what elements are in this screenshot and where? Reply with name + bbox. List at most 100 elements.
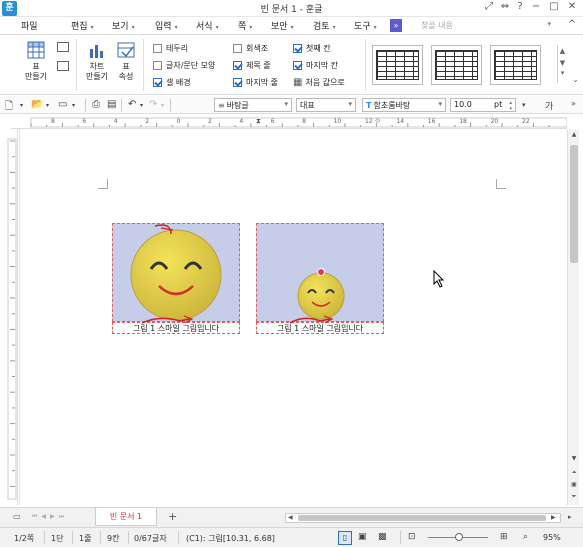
print-preview-icon[interactable]: ▤ <box>107 99 116 110</box>
restore-split-icon[interactable]: ⇔ <box>497 1 513 12</box>
checkbox-last-row-box[interactable] <box>233 78 242 87</box>
style-select[interactable]: ≡ 바탕글 ▾ <box>214 98 292 112</box>
checkbox-cell-bg[interactable]: 셀 배경 <box>153 77 191 88</box>
table-edit-small-icon[interactable] <box>57 42 69 52</box>
scroll-down-arrow-icon[interactable]: ▼ <box>569 455 579 465</box>
divider <box>44 531 45 544</box>
checkbox-last-row[interactable]: 마지막 줄 <box>233 77 278 88</box>
maximize-button[interactable]: □ <box>546 1 562 12</box>
size-dropdown-icon[interactable]: ▾ <box>522 101 526 109</box>
checkbox-char-para[interactable]: 글자/문단 모양 <box>153 60 215 71</box>
table-style-preset-2[interactable] <box>431 45 482 85</box>
checkbox-header-row[interactable]: 제목 줄 <box>233 60 271 71</box>
checkbox-grayscale-box[interactable] <box>233 44 242 53</box>
checkbox-border[interactable]: 테두리 <box>153 43 188 54</box>
redo-dropdown-icon[interactable]: ▾ <box>161 102 164 109</box>
right-indent-marker-icon[interactable]: ⟐ <box>375 117 381 126</box>
menu-tools[interactable]: 도구 ▾ <box>354 19 377 32</box>
menu-review[interactable]: 검토 ▾ <box>313 19 336 32</box>
ruler-number: 2 <box>145 118 150 125</box>
figure-2-image[interactable] <box>256 223 384 322</box>
new-doc-icon[interactable]: 🗋 <box>5 99 13 116</box>
menu-security[interactable]: 보안 ▾ <box>271 19 294 32</box>
prev-page-icon[interactable]: ⏶ <box>569 469 579 479</box>
tab-document-1[interactable]: 빈 문서 1 <box>95 508 157 526</box>
document-canvas[interactable]: 그림 1 스마일 그림입니다 그림 1 스마일 그림입니다 <box>19 129 567 505</box>
vertical-ruler[interactable] <box>6 129 18 505</box>
checkbox-header-row-box[interactable] <box>233 61 242 70</box>
view-page-icon[interactable]: ▯ <box>338 531 352 545</box>
open-folder-icon[interactable]: 📂 <box>31 99 43 110</box>
minimize-button[interactable]: − <box>528 1 544 12</box>
checkbox-char-para-box[interactable] <box>153 61 162 70</box>
scroll-up-arrow-icon[interactable]: ▲ <box>569 131 579 141</box>
tab-list-icon[interactable]: ▭ <box>13 512 21 521</box>
next-page-icon[interactable]: ⏷ <box>569 493 579 503</box>
fullscreen-icon[interactable]: ⤢ <box>481 1 497 12</box>
vertical-scrollbar[interactable]: ▲ ▼ ⏶ ▣ ⏷ <box>567 129 579 505</box>
new-doc-dropdown-icon[interactable]: ▾ <box>20 102 23 109</box>
menu-expand-icon[interactable]: » <box>390 19 402 32</box>
checkbox-grayscale[interactable]: 회색조 <box>233 43 268 54</box>
menu-insert[interactable]: 입력 ▾ <box>155 19 178 32</box>
ribbon-collapse-icon[interactable]: ^ <box>564 19 580 30</box>
scroll-right-arrow-icon[interactable]: ▶ <box>551 514 556 521</box>
scroll-left-arrow-icon[interactable]: ◀ <box>288 514 293 521</box>
page-list-icon[interactable]: ▣ <box>569 481 579 491</box>
table-properties-button[interactable]: 표 속성 <box>113 41 139 82</box>
expand-icon[interactable]: ▾ <box>558 69 567 77</box>
split-view-icon[interactable]: ▸ <box>568 513 572 521</box>
help-icon[interactable]: ? <box>512 1 528 12</box>
checkbox-last-col[interactable]: 마지막 칸 <box>293 60 338 71</box>
scroll-up-icon[interactable]: ▲ <box>558 47 567 55</box>
undo-dropdown-icon[interactable]: ▾ <box>140 102 143 109</box>
horizontal-scrollbar[interactable]: ◀ ▶ <box>285 513 561 523</box>
language-select[interactable]: 대표 ▾ <box>296 98 356 112</box>
menu-format[interactable]: 서식 ▾ <box>196 19 219 32</box>
scroll-down-icon[interactable]: ▼ <box>558 59 567 67</box>
table-create-button[interactable]: 표 만들기 <box>22 41 50 82</box>
zoom-fit-icon[interactable]: ⊡ <box>408 532 416 542</box>
ribbon-collapse-arrow-icon[interactable]: ⌄ <box>572 75 579 84</box>
open-dropdown-icon[interactable]: ▾ <box>46 102 49 109</box>
reset-defaults-button[interactable]: ▦ 처음 값으로 <box>293 77 345 88</box>
undo-icon[interactable]: ↶ <box>128 99 136 110</box>
checkbox-first-col-box[interactable] <box>293 44 302 53</box>
zoom-magnifier-icon[interactable]: ⌕ <box>523 532 528 542</box>
zoom-box-icon[interactable]: ⊞ <box>500 532 508 542</box>
checkbox-last-col-box[interactable] <box>293 61 302 70</box>
bold-button[interactable]: 가 <box>545 99 553 112</box>
chart-create-button[interactable]: 차트 만들기 <box>83 41 111 82</box>
save-icon[interactable]: ▭ <box>58 99 67 110</box>
redo-icon[interactable]: ↷ <box>149 99 157 110</box>
menu-view[interactable]: 보기 ▾ <box>112 19 135 32</box>
indent-marker-icon[interactable]: ⧗ <box>256 117 261 126</box>
save-dropdown-icon[interactable]: ▾ <box>72 102 75 109</box>
toolbar-more-icon[interactable]: » <box>571 99 576 108</box>
table-style-preset-3[interactable] <box>490 45 541 85</box>
figure-1-image[interactable] <box>112 223 240 322</box>
font-size-input[interactable]: 10.0 pt ▴ ▾ <box>450 98 516 112</box>
checkbox-border-box[interactable] <box>153 44 162 53</box>
table-style-small-icon[interactable] <box>57 61 69 71</box>
tab-navigation-icon[interactable]: ⏮◀▶⏭ <box>32 513 68 521</box>
scrollbar-thumb[interactable] <box>570 145 578 263</box>
print-icon[interactable]: ⎙ <box>92 99 100 110</box>
checkbox-cell-bg-box[interactable] <box>153 78 162 87</box>
hscroll-thumb[interactable] <box>298 515 546 521</box>
menu-file[interactable]: 파일 <box>21 19 38 32</box>
table-style-preset-1[interactable] <box>372 45 423 85</box>
view-web-icon[interactable]: ▣ <box>358 532 367 542</box>
font-select[interactable]: T 함초롬바탕 ▾ <box>362 98 446 112</box>
menu-page[interactable]: 쪽 ▾ <box>238 19 252 32</box>
view-draft-icon[interactable]: ▩ <box>378 532 387 542</box>
horizontal-ruler[interactable]: 8 6 4 2 0 2 4 6 8 10 12 14 16 18 20 22 ⧗ ⟐ <box>11 117 567 129</box>
zoom-slider-thumb[interactable] <box>455 533 463 541</box>
close-button[interactable]: ✕ <box>564 1 580 12</box>
table-style-more-button[interactable]: ▲ ▼ ▾ <box>547 45 567 85</box>
zoom-level[interactable]: 95% <box>543 533 561 542</box>
search-input[interactable]: 찾을 내용 ▾ <box>412 18 558 32</box>
add-tab-button[interactable]: + <box>168 510 177 523</box>
menu-edit[interactable]: 편집 ▾ <box>71 19 94 32</box>
checkbox-first-col[interactable]: 첫째 칸 <box>293 43 331 54</box>
